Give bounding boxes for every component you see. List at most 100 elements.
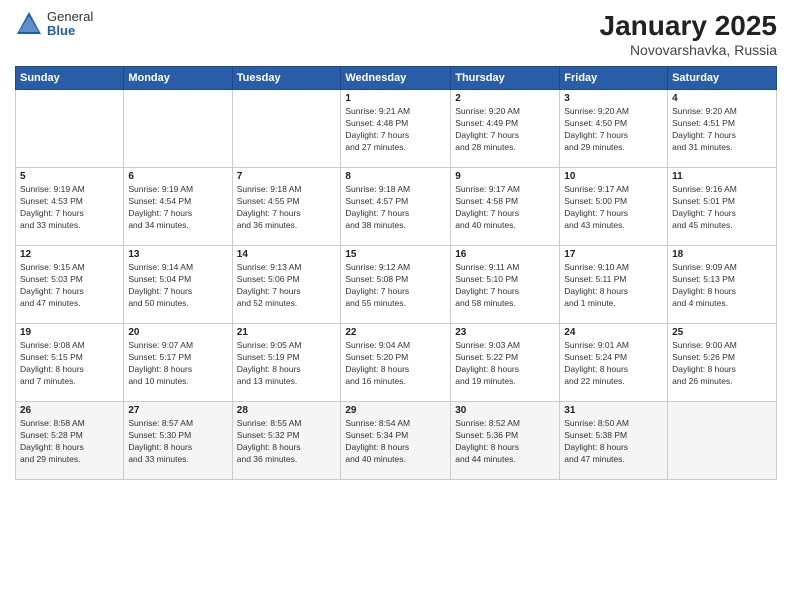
table-row: 14Sunrise: 9:13 AM Sunset: 5:06 PM Dayli…: [232, 246, 341, 324]
day-number: 18: [672, 249, 772, 260]
day-number: 12: [20, 249, 119, 260]
table-row: 7 Sunrise: 9:18 AM Sunset: 4:55 PM Daylig…: [232, 168, 341, 246]
calendar-week-5: 26Sunrise: 8:58 AM Sunset: 5:28 PM Dayli…: [16, 402, 777, 480]
logo-icon: [15, 10, 43, 38]
day-info: Sunrise: 9:18 AM Sunset: 4:57 PM Dayligh…: [345, 184, 446, 232]
table-row: [232, 90, 341, 168]
header-wednesday: Wednesday: [341, 67, 451, 90]
calendar-week-1: 1 Sunrise: 9:21 AM Sunset: 4:48 PM Daylig…: [16, 90, 777, 168]
day-info: Sunrise: 8:57 AM Sunset: 5:30 PM Dayligh…: [128, 418, 227, 466]
table-row: 6 Sunrise: 9:19 AM Sunset: 4:54 PM Daylig…: [124, 168, 232, 246]
day-number: 16: [455, 249, 555, 260]
header-friday: Friday: [560, 67, 668, 90]
header-tuesday: Tuesday: [232, 67, 341, 90]
day-info: Sunrise: 9:05 AM Sunset: 5:19 PM Dayligh…: [237, 340, 337, 388]
table-row: 30 Sunrise: 8:52 AM Sunset: 5:36 PM Dayli…: [451, 402, 560, 480]
day-number: 6: [128, 171, 227, 182]
calendar-table: Sunday Monday Tuesday Wednesday Thursday…: [15, 66, 777, 480]
table-row: 23 Sunrise: 9:03 AM Sunset: 5:22 PM Dayli…: [451, 324, 560, 402]
table-row: 8Sunrise: 9:18 AM Sunset: 4:57 PM Daylig…: [341, 168, 451, 246]
day-info: Sunrise: 9:18 AM Sunset: 4:55 PM Dayligh…: [237, 184, 337, 232]
table-row: 1 Sunrise: 9:21 AM Sunset: 4:48 PM Daylig…: [341, 90, 451, 168]
day-number: 28: [237, 405, 337, 416]
day-info: Sunrise: 8:52 AM Sunset: 5:36 PM Dayligh…: [455, 418, 555, 466]
table-row: 15 Sunrise: 9:12 AM Sunset: 5:08 PM Dayli…: [341, 246, 451, 324]
table-row: 9Sunrise: 9:17 AM Sunset: 4:58 PM Daylig…: [451, 168, 560, 246]
calendar-title: January 2025: [600, 10, 777, 42]
header-sunday: Sunday: [16, 67, 124, 90]
day-info: Sunrise: 9:12 AM Sunset: 5:08 PM Dayligh…: [345, 262, 446, 310]
day-info: Sunrise: 9:03 AM Sunset: 5:22 PM Dayligh…: [455, 340, 555, 388]
table-row: 13Sunrise: 9:14 AM Sunset: 5:04 PM Dayli…: [124, 246, 232, 324]
table-row: [668, 402, 777, 480]
calendar-subtitle: Novovarshavka, Russia: [600, 42, 777, 58]
day-info: Sunrise: 9:20 AM Sunset: 4:49 PM Dayligh…: [455, 106, 555, 154]
table-row: 17 Sunrise: 9:10 AM Sunset: 5:11 PM Dayli…: [560, 246, 668, 324]
day-info: Sunrise: 9:19 AM Sunset: 4:54 PM Dayligh…: [128, 184, 227, 232]
day-info: Sunrise: 9:10 AM Sunset: 5:11 PM Dayligh…: [564, 262, 663, 310]
day-number: 24: [564, 327, 663, 338]
table-row: 29 Sunrise: 8:54 AM Sunset: 5:34 PM Dayli…: [341, 402, 451, 480]
table-row: 11Sunrise: 9:16 AM Sunset: 5:01 PM Dayli…: [668, 168, 777, 246]
title-section: January 2025 Novovarshavka, Russia: [600, 10, 777, 58]
calendar-week-2: 5 Sunrise: 9:19 AM Sunset: 4:53 PM Daylig…: [16, 168, 777, 246]
day-number: 31: [564, 405, 663, 416]
day-info: Sunrise: 9:21 AM Sunset: 4:48 PM Dayligh…: [345, 106, 446, 154]
day-number: 17: [564, 249, 663, 260]
day-number: 4: [672, 93, 772, 104]
day-number: 23: [455, 327, 555, 338]
table-row: 25Sunrise: 9:00 AM Sunset: 5:26 PM Dayli…: [668, 324, 777, 402]
table-row: 24 Sunrise: 9:01 AM Sunset: 5:24 PM Dayli…: [560, 324, 668, 402]
table-row: 28 Sunrise: 8:55 AM Sunset: 5:32 PM Dayli…: [232, 402, 341, 480]
day-info: Sunrise: 9:17 AM Sunset: 5:00 PM Dayligh…: [564, 184, 663, 232]
table-row: 21 Sunrise: 9:05 AM Sunset: 5:19 PM Dayli…: [232, 324, 341, 402]
day-info: Sunrise: 8:55 AM Sunset: 5:32 PM Dayligh…: [237, 418, 337, 466]
day-number: 20: [128, 327, 227, 338]
day-number: 5: [20, 171, 119, 182]
table-row: 3Sunrise: 9:20 AM Sunset: 4:50 PM Daylig…: [560, 90, 668, 168]
table-row: 10 Sunrise: 9:17 AM Sunset: 5:00 PM Dayli…: [560, 168, 668, 246]
day-number: 3: [564, 93, 663, 104]
day-number: 22: [345, 327, 446, 338]
day-number: 29: [345, 405, 446, 416]
day-info: Sunrise: 9:08 AM Sunset: 5:15 PM Dayligh…: [20, 340, 119, 388]
calendar-header-row: Sunday Monday Tuesday Wednesday Thursday…: [16, 67, 777, 90]
day-number: 1: [345, 93, 446, 104]
table-row: 20Sunrise: 9:07 AM Sunset: 5:17 PM Dayli…: [124, 324, 232, 402]
day-info: Sunrise: 9:01 AM Sunset: 5:24 PM Dayligh…: [564, 340, 663, 388]
day-info: Sunrise: 8:54 AM Sunset: 5:34 PM Dayligh…: [345, 418, 446, 466]
header-thursday: Thursday: [451, 67, 560, 90]
logo-text: General Blue: [47, 10, 93, 39]
day-number: 26: [20, 405, 119, 416]
day-number: 7: [237, 171, 337, 182]
header: General Blue January 2025 Novovarshavka,…: [15, 10, 777, 58]
day-number: 2: [455, 93, 555, 104]
day-info: Sunrise: 9:17 AM Sunset: 4:58 PM Dayligh…: [455, 184, 555, 232]
day-number: 30: [455, 405, 555, 416]
table-row: 12 Sunrise: 9:15 AM Sunset: 5:03 PM Dayli…: [16, 246, 124, 324]
day-info: Sunrise: 8:50 AM Sunset: 5:38 PM Dayligh…: [564, 418, 663, 466]
table-row: [16, 90, 124, 168]
day-number: 10: [564, 171, 663, 182]
table-row: 19 Sunrise: 9:08 AM Sunset: 5:15 PM Dayli…: [16, 324, 124, 402]
table-row: 18 Sunrise: 9:09 AM Sunset: 5:13 PM Dayli…: [668, 246, 777, 324]
day-info: Sunrise: 9:19 AM Sunset: 4:53 PM Dayligh…: [20, 184, 119, 232]
day-number: 27: [128, 405, 227, 416]
logo-general: General: [47, 10, 93, 24]
table-row: 27 Sunrise: 8:57 AM Sunset: 5:30 PM Dayli…: [124, 402, 232, 480]
day-number: 15: [345, 249, 446, 260]
page: General Blue January 2025 Novovarshavka,…: [0, 0, 792, 612]
table-row: 31 Sunrise: 8:50 AM Sunset: 5:38 PM Dayli…: [560, 402, 668, 480]
day-info: Sunrise: 9:04 AM Sunset: 5:20 PM Dayligh…: [345, 340, 446, 388]
table-row: [124, 90, 232, 168]
day-number: 25: [672, 327, 772, 338]
day-number: 21: [237, 327, 337, 338]
day-info: Sunrise: 9:11 AM Sunset: 5:10 PM Dayligh…: [455, 262, 555, 310]
day-info: Sunrise: 9:09 AM Sunset: 5:13 PM Dayligh…: [672, 262, 772, 310]
day-info: Sunrise: 9:16 AM Sunset: 5:01 PM Dayligh…: [672, 184, 772, 232]
day-info: Sunrise: 9:15 AM Sunset: 5:03 PM Dayligh…: [20, 262, 119, 310]
day-info: Sunrise: 9:13 AM Sunset: 5:06 PM Dayligh…: [237, 262, 337, 310]
table-row: 4 Sunrise: 9:20 AM Sunset: 4:51 PM Daylig…: [668, 90, 777, 168]
day-number: 19: [20, 327, 119, 338]
day-info: Sunrise: 9:20 AM Sunset: 4:51 PM Dayligh…: [672, 106, 772, 154]
